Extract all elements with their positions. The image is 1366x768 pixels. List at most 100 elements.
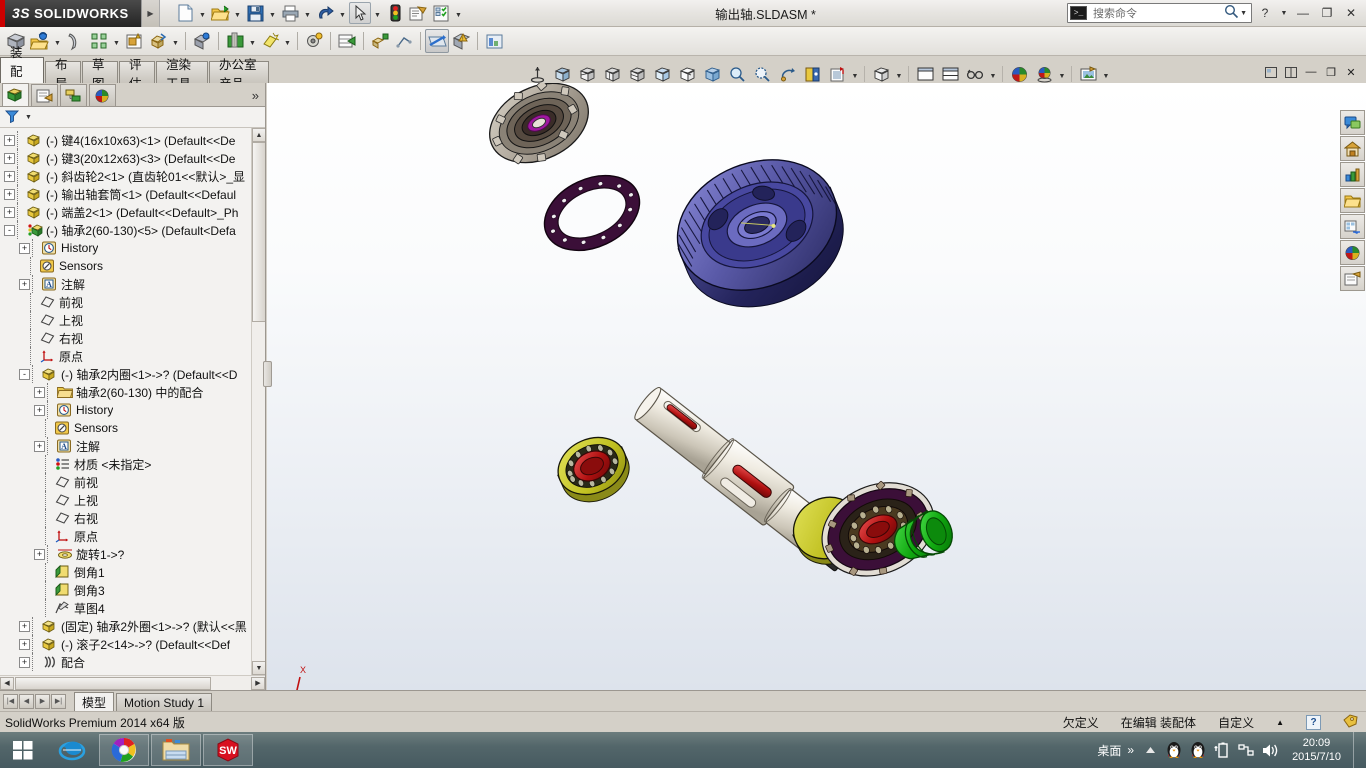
viewport-two-icon[interactable] <box>938 63 962 85</box>
taskbar-chrome-browser[interactable] <box>99 734 149 766</box>
status-help-icon[interactable]: ? <box>1306 714 1321 730</box>
feature-tree[interactable]: ▲ ▼ + (-) 键4(16x10x63)<1> (Default<<De + (-… <box>0 128 265 675</box>
status-tag-icon[interactable] <box>1343 713 1358 731</box>
hscroll-thumb[interactable] <box>15 676 211 690</box>
design-library-icon[interactable] <box>1340 136 1365 161</box>
restore-button[interactable]: ❐ <box>1316 3 1338 23</box>
section-view-icon[interactable] <box>575 63 599 85</box>
select-cursor-caret[interactable]: ▼ <box>372 2 383 24</box>
tree-item[interactable]: + (-) 键4(16x10x63)<1> (Default<<De <box>0 131 265 149</box>
tree-item[interactable]: - (-) 轴承2内圈<1>->? (Default<<D <box>0 365 265 383</box>
tree-expander[interactable]: + <box>4 188 15 200</box>
save-icon[interactable] <box>244 2 266 24</box>
hscroll-left-button[interactable]: ◀ <box>0 676 14 690</box>
save-image-icon[interactable] <box>1076 63 1100 85</box>
tab-model[interactable]: 模型 <box>74 691 115 712</box>
view-orientation-icon[interactable] <box>600 63 624 85</box>
tree-item[interactable]: 上视 <box>0 491 265 509</box>
bill-of-materials-icon[interactable] <box>335 29 359 53</box>
fit-window-icon[interactable] <box>1262 64 1280 80</box>
status-customize[interactable]: 自定义 <box>1218 714 1254 731</box>
tree-item[interactable]: + History <box>0 401 265 419</box>
assembly-features-icon[interactable] <box>223 29 247 53</box>
tab-assembly[interactable]: 装配体 <box>0 46 44 98</box>
tree-expander[interactable]: - <box>4 224 15 236</box>
select-cursor-icon[interactable] <box>349 2 371 24</box>
close-button[interactable]: ✕ <box>1340 3 1362 23</box>
tree-expander[interactable]: + <box>34 440 45 452</box>
tree-item[interactable]: 右视 <box>0 329 265 347</box>
solidworks-resources-icon[interactable] <box>1340 110 1365 135</box>
appearances-sphere-icon[interactable] <box>1007 63 1031 85</box>
trimetric-view-icon[interactable] <box>650 63 674 85</box>
tree-filter-bar[interactable]: ▼ <box>0 107 265 128</box>
tree-scroll-up-button[interactable]: ▲ <box>252 128 265 142</box>
move-component-caret[interactable]: ▼ <box>170 30 181 52</box>
reference-geometry-caret[interactable]: ▼ <box>282 30 293 52</box>
open-folder-icon[interactable] <box>209 2 231 24</box>
filter-icon[interactable] <box>4 110 20 124</box>
zoom-in-out-icon[interactable] <box>725 63 749 85</box>
solidworks-logo[interactable]: 3S SOLIDWORKS <box>0 0 142 27</box>
show-desktop-button[interactable] <box>1353 732 1362 768</box>
tab-motion-study[interactable]: Motion Study 1 <box>116 692 213 712</box>
graphics-viewport[interactable]: X Y Z <box>267 83 1366 690</box>
isometric-view-icon[interactable] <box>625 63 649 85</box>
reference-geometry-icon[interactable] <box>258 29 282 53</box>
edit-appearance-caret[interactable]: ▼ <box>850 63 860 85</box>
exploded-view-icon[interactable] <box>368 29 392 53</box>
show-hidden-icon[interactable] <box>190 29 214 53</box>
linear-pattern-caret[interactable]: ▼ <box>111 30 122 52</box>
previous-view-icon[interactable] <box>550 63 574 85</box>
tree-expander[interactable]: + <box>19 638 30 650</box>
mate-icon[interactable] <box>63 29 87 53</box>
show-hidden-icons-icon[interactable] <box>1140 739 1160 761</box>
nav-first-button[interactable]: |◀ <box>3 693 18 709</box>
tree-item[interactable]: 前视 <box>0 473 265 491</box>
explode-line-sketch-icon[interactable] <box>392 29 416 53</box>
tree-item[interactable]: 原点 <box>0 347 265 365</box>
assembly-visualization-icon[interactable] <box>482 29 506 53</box>
tree-expander[interactable]: + <box>34 404 45 416</box>
edit-appearance-icon[interactable] <box>825 63 849 85</box>
panel-splitter-handle[interactable] <box>263 361 272 387</box>
minimize-button[interactable]: — <box>1292 3 1314 23</box>
tree-item[interactable]: 倒角3 <box>0 581 265 599</box>
tree-item[interactable]: Sensors <box>0 257 265 275</box>
tree-item[interactable]: + (-) 滚子2<14>->? (Default<<Def <box>0 635 265 653</box>
nav-last-button[interactable]: ▶| <box>51 693 66 709</box>
tree-item[interactable]: - (-) 轴承2(60-130)<5> (Default<Defa <box>0 221 265 239</box>
taskbar-clock[interactable]: 20:09 2015/7/10 <box>1284 736 1349 764</box>
insert-component-caret[interactable]: ▼ <box>52 30 63 52</box>
undo-icon[interactable] <box>314 2 336 24</box>
taskbar-internet-explorer[interactable] <box>47 734 97 766</box>
tree-item[interactable]: + (固定) 轴承2外圈<1>->? (默认<<黑 <box>0 617 265 635</box>
rotate-view-icon[interactable] <box>775 63 799 85</box>
tree-item[interactable]: 倒角1 <box>0 563 265 581</box>
tree-item[interactable]: 草图4 <box>0 599 265 617</box>
document-restore-button[interactable]: ❐ <box>1322 64 1340 80</box>
view-settings-icon[interactable] <box>963 63 987 85</box>
move-component-icon[interactable] <box>146 29 170 53</box>
tree-item[interactable]: + 配合 <box>0 653 265 671</box>
interference-detection-icon[interactable] <box>425 29 449 53</box>
desktop-label[interactable]: 桌面 <box>1097 742 1123 759</box>
search-dropdown-caret[interactable]: ▼ <box>1240 10 1251 17</box>
new-document-caret[interactable]: ▼ <box>197 2 208 24</box>
tree-expander[interactable]: + <box>4 170 15 182</box>
document-close-button[interactable]: ✕ <box>1342 64 1360 80</box>
tree-expander[interactable]: + <box>34 548 45 560</box>
split-window-icon[interactable] <box>1282 64 1300 80</box>
tree-expander[interactable]: + <box>4 206 15 218</box>
tree-expander[interactable]: + <box>19 656 30 668</box>
tree-scroll-down-button[interactable]: ▼ <box>252 661 265 675</box>
tree-expander[interactable]: + <box>4 152 15 164</box>
search-folder-icon[interactable] <box>1340 188 1365 213</box>
tree-item[interactable]: + A 注解 <box>0 275 265 293</box>
configuration-manager-tab[interactable] <box>60 84 87 106</box>
zoom-to-fit-icon[interactable] <box>525 63 549 85</box>
panel-more-button[interactable]: » <box>252 88 259 103</box>
rebuild-icon[interactable] <box>407 2 429 24</box>
view-palette-icon[interactable] <box>1340 214 1365 239</box>
tab-evaluate[interactable]: 评估 <box>119 58 155 91</box>
